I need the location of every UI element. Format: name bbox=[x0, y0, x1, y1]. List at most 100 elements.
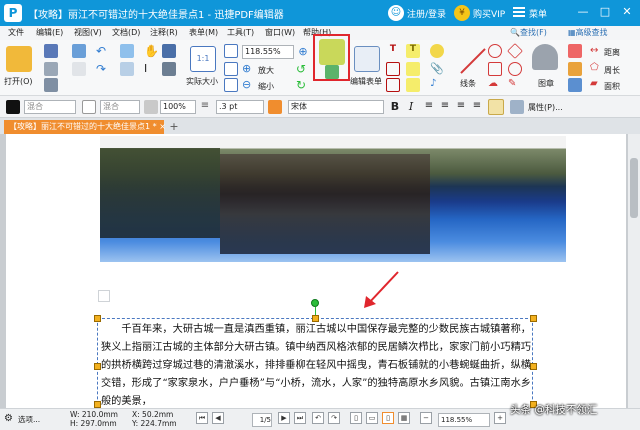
add-tab-button[interactable]: + bbox=[168, 120, 180, 134]
paragraph-text[interactable]: 千百年来，大研古城一直是滇西重镇，丽江古城以中国保存最完整的少数民族古城镇著称，… bbox=[101, 321, 531, 409]
ruler-icon[interactable] bbox=[568, 62, 582, 76]
first-page-icon[interactable]: ⏮ bbox=[196, 412, 208, 424]
tab-close-icon[interactable]: × bbox=[159, 122, 166, 131]
new-doc-icon[interactable] bbox=[72, 44, 86, 58]
menu-tools[interactable]: 工具(T) bbox=[227, 27, 254, 38]
cloud-icon[interactable]: ☁ bbox=[488, 78, 502, 92]
fill-blend-select[interactable]: 混合 bbox=[100, 100, 140, 114]
options-gear-icon[interactable]: ⚙ bbox=[4, 413, 13, 424]
search-link[interactable]: 🔍查找(F) bbox=[510, 27, 547, 38]
stamp-label[interactable]: 图章 bbox=[538, 78, 554, 89]
resize-handle-top-left[interactable] bbox=[94, 315, 101, 322]
options-button[interactable]: 选项... bbox=[18, 414, 40, 425]
text-color-swatch[interactable] bbox=[268, 100, 282, 114]
menu-file[interactable]: 文件 bbox=[8, 27, 24, 38]
area-label[interactable]: 面积 bbox=[604, 81, 620, 92]
edit-form-icon[interactable] bbox=[354, 46, 380, 72]
highlight-text-icon[interactable]: T bbox=[406, 44, 420, 58]
last-page-icon[interactable]: ⏭ bbox=[294, 412, 306, 424]
text-box-style-icon[interactable] bbox=[488, 99, 504, 115]
email-icon[interactable] bbox=[44, 78, 58, 92]
italic-icon[interactable]: I bbox=[404, 100, 418, 114]
rotate-handle[interactable] bbox=[311, 299, 319, 307]
status-zoom-select[interactable]: 118.55% bbox=[438, 413, 490, 427]
line-width-select[interactable]: .3 pt bbox=[216, 100, 264, 114]
fill-color-swatch[interactable] bbox=[82, 100, 96, 114]
callout-tool-icon[interactable] bbox=[386, 78, 400, 92]
pencil-icon[interactable]: ✎ bbox=[508, 78, 522, 92]
tab-document[interactable]: 【攻略】丽江不可错过的十大绝佳景点1 * × bbox=[4, 120, 166, 134]
actual-size-icon[interactable]: 1:1 bbox=[190, 46, 216, 72]
edit-content-icon[interactable] bbox=[319, 39, 345, 65]
menu-annotate[interactable]: 注释(R) bbox=[150, 27, 178, 38]
ellipse-icon[interactable] bbox=[488, 44, 502, 58]
eraser-icon[interactable] bbox=[568, 44, 582, 58]
close-button[interactable]: ✕ bbox=[620, 5, 634, 19]
strikeout-icon[interactable] bbox=[406, 78, 420, 92]
zoom-in-small-icon[interactable]: ⊕ bbox=[242, 62, 256, 76]
snapshot-icon[interactable] bbox=[162, 44, 176, 58]
redo-icon[interactable]: ↷ bbox=[96, 62, 110, 76]
resize-handle-top-right[interactable] bbox=[530, 315, 537, 322]
properties-button[interactable]: 属性(P)... bbox=[528, 102, 563, 113]
status-zoom-in-icon[interactable]: + bbox=[494, 412, 506, 424]
align-left-icon[interactable]: ≡ bbox=[422, 100, 436, 114]
resize-handle-right[interactable] bbox=[530, 363, 537, 370]
line-style-icon[interactable]: ≡ bbox=[198, 100, 212, 114]
save-icon[interactable] bbox=[44, 44, 58, 58]
open-label[interactable]: 打开(O) bbox=[4, 76, 33, 87]
menu-view[interactable]: 视图(V) bbox=[74, 27, 102, 38]
single-page-icon[interactable]: ▯ bbox=[350, 412, 362, 424]
fit-page-icon[interactable] bbox=[224, 44, 238, 58]
circle-icon[interactable] bbox=[508, 62, 522, 76]
distance-icon[interactable]: ↔ bbox=[590, 45, 604, 59]
page-checkbox[interactable] bbox=[98, 290, 110, 302]
polygon-icon[interactable] bbox=[507, 43, 523, 59]
minimize-button[interactable]: — bbox=[576, 5, 590, 19]
vertical-scrollbar[interactable] bbox=[628, 134, 640, 408]
paste-icon[interactable] bbox=[120, 62, 134, 76]
line-tool-icon[interactable] bbox=[460, 48, 486, 74]
zoom-in-label[interactable]: 放大 bbox=[258, 65, 274, 76]
continuous-icon[interactable]: ▭ bbox=[366, 412, 378, 424]
maximize-button[interactable]: □ bbox=[598, 5, 612, 19]
menu-icon[interactable] bbox=[513, 7, 525, 17]
blank-icon[interactable] bbox=[72, 62, 86, 76]
zoom-tool-icon[interactable] bbox=[162, 62, 176, 76]
page-number-input[interactable]: 1/5 bbox=[252, 413, 272, 427]
rectangle-icon[interactable] bbox=[488, 62, 502, 76]
facing-icon[interactable]: ▯ bbox=[382, 412, 394, 424]
resize-handle-left[interactable] bbox=[94, 363, 101, 370]
menu-edit[interactable]: 编辑(E) bbox=[36, 27, 63, 38]
document-paragraph[interactable]: 千百年来，大研古城一直是滇西重镇，丽江古城以中国保存最完整的少数民族古城镇著称，… bbox=[101, 321, 531, 409]
forward-icon[interactable]: ↷ bbox=[328, 412, 340, 424]
copy-icon[interactable] bbox=[120, 44, 134, 58]
edit-form-fields-icon[interactable] bbox=[325, 65, 339, 79]
prev-page-icon[interactable]: ◀ bbox=[212, 412, 224, 424]
opacity-select[interactable]: 100% bbox=[160, 100, 196, 114]
align-right-icon[interactable]: ≡ bbox=[454, 100, 468, 114]
zoom-out-icon[interactable]: ⊖ bbox=[242, 78, 256, 92]
actual-size-label[interactable]: 实际大小 bbox=[186, 76, 218, 87]
underline-icon[interactable] bbox=[406, 62, 420, 76]
align-center-icon[interactable]: ≡ bbox=[438, 100, 452, 114]
print-icon[interactable] bbox=[44, 62, 58, 76]
properties-icon[interactable] bbox=[510, 100, 524, 114]
hand-icon[interactable]: ✋ bbox=[144, 44, 159, 58]
resize-handle-bottom-left[interactable] bbox=[94, 401, 101, 408]
menu-window[interactable]: 窗口(W) bbox=[265, 27, 295, 38]
area-icon[interactable]: ▰ bbox=[590, 78, 604, 92]
user-icon[interactable]: ☺ bbox=[388, 5, 404, 21]
login-link[interactable]: 注册/登录 bbox=[407, 7, 446, 20]
advanced-search-link[interactable]: ▦高级查找 bbox=[568, 27, 608, 38]
attachment-icon[interactable]: 📎 bbox=[430, 62, 444, 76]
back-icon[interactable]: ↶ bbox=[312, 412, 324, 424]
justify-icon[interactable]: ≡ bbox=[470, 100, 484, 114]
vip-icon[interactable]: ¥ bbox=[454, 5, 470, 21]
menu-form[interactable]: 表单(M) bbox=[189, 27, 218, 38]
zoom-out-label[interactable]: 缩小 bbox=[258, 81, 274, 92]
continuous-facing-icon[interactable]: ▦ bbox=[398, 412, 410, 424]
zoom-select[interactable]: 118.55% bbox=[242, 45, 294, 59]
textbox-tool-icon[interactable] bbox=[386, 62, 400, 76]
fit-visible-icon[interactable] bbox=[224, 78, 238, 92]
